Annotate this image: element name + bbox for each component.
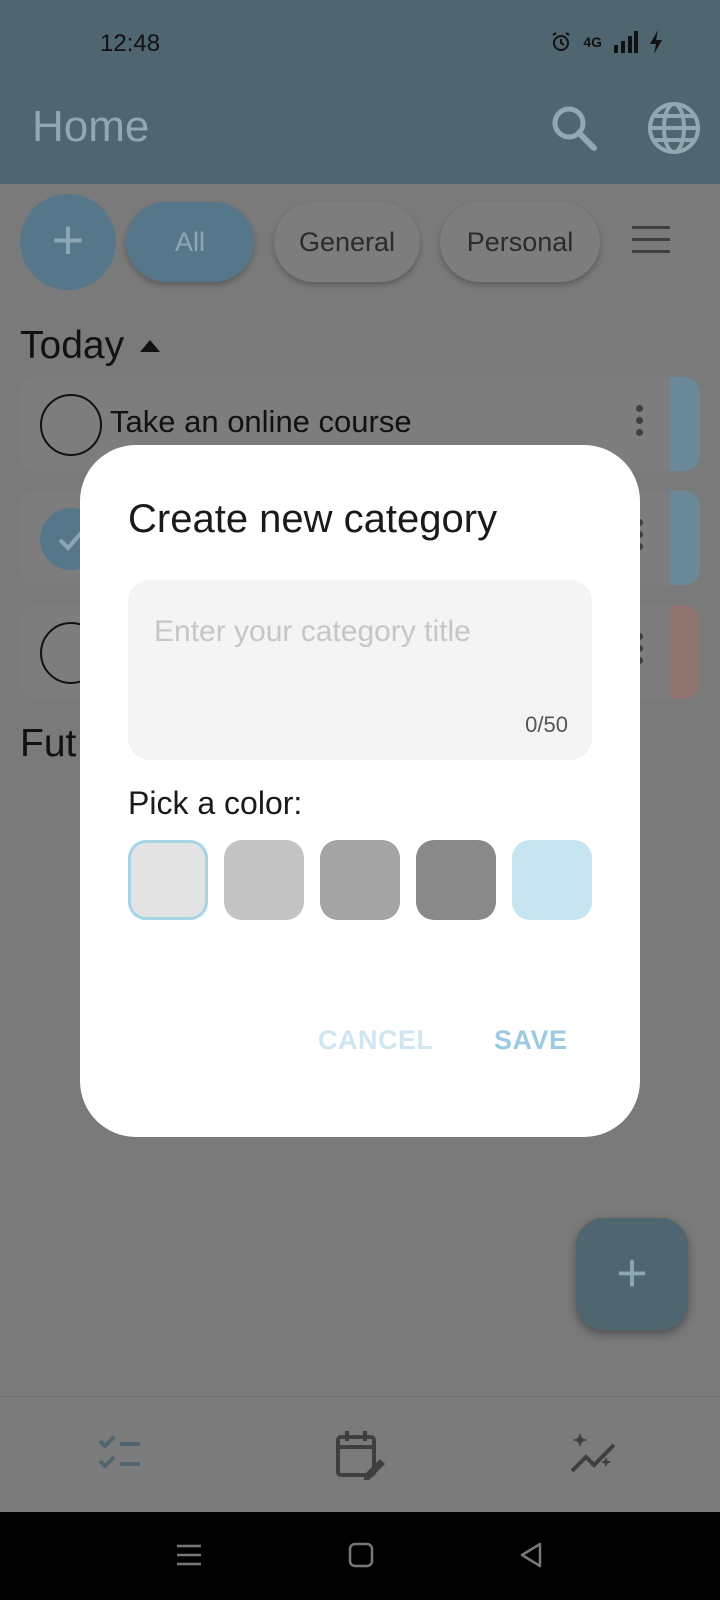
section-today-title[interactable]: Today [20,324,124,368]
more-vert-icon[interactable] [636,405,644,441]
color-swatch[interactable] [224,840,304,920]
chip-general[interactable]: General [274,202,420,282]
task-title: Take an online course [110,404,412,439]
collapse-arrow-icon[interactable] [140,340,160,352]
alarm-icon [552,32,570,51]
task-checkbox[interactable] [40,394,102,456]
back-icon[interactable] [516,1540,546,1570]
character-counter: 0/50 [525,712,568,737]
category-title-field[interactable]: 0/50 [128,580,592,760]
add-task-fab[interactable]: + [576,1218,688,1330]
calendar-edit-icon[interactable] [332,1427,388,1483]
network-type: 4G [583,34,602,50]
color-swatch[interactable] [320,840,400,920]
sparkle-trend-icon[interactable] [566,1427,622,1483]
system-nav-bar [0,1512,720,1600]
task-color-stripe [670,605,700,699]
color-swatch[interactable] [416,840,496,920]
status-bar: 12:48 4G [0,0,720,90]
task-color-stripe [670,491,700,585]
cancel-button[interactable]: CANCEL [318,1025,434,1056]
chip-personal[interactable]: Personal [440,202,600,282]
color-swatch[interactable] [512,840,592,920]
color-swatch-row [128,840,592,920]
add-category-button[interactable]: + [20,194,116,290]
chip-all[interactable]: All [126,202,254,282]
color-swatch[interactable] [128,840,208,920]
dialog-title: Create new category [128,497,498,541]
charging-icon [650,30,662,54]
checklist-icon[interactable] [92,1427,148,1483]
task-color-stripe [670,377,700,471]
recents-icon[interactable] [174,1540,204,1570]
category-title-input[interactable] [152,614,556,650]
signal-icon [614,31,638,53]
home-key-icon[interactable] [346,1540,376,1570]
search-icon[interactable] [546,100,602,156]
status-time: 12:48 [100,30,161,57]
app-bar: Home [0,90,720,184]
save-button[interactable]: SAVE [494,1025,568,1056]
language-globe-icon[interactable] [644,98,704,158]
page-title: Home [32,102,150,151]
create-category-dialog: Create new category 0/50 Pick a color: C… [80,445,640,1137]
section-future-title[interactable]: Fut [20,722,76,766]
pick-color-label: Pick a color: [128,785,303,821]
category-menu-icon[interactable] [632,226,670,262]
bottom-nav [0,1396,720,1513]
